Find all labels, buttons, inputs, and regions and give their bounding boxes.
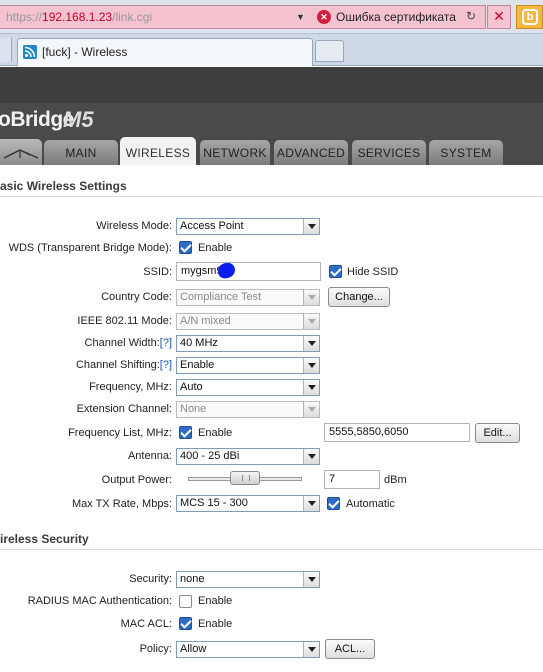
stop-button[interactable]: ✕ (487, 5, 511, 29)
security-select[interactable]: none (176, 571, 320, 588)
output-power-label: Output Power: (101, 474, 172, 486)
extension-channel-label: Extension Channel: (76, 403, 172, 415)
radius-mac-enable-text: Enable (198, 595, 233, 607)
frequency-list-checkbox[interactable] (179, 426, 192, 439)
chevron-down-icon (303, 449, 319, 464)
chevron-down-icon (303, 290, 319, 305)
cert-error-label[interactable]: Ошибка сертификата (336, 10, 456, 24)
tab-strip: [fuck] - Wireless (0, 34, 543, 66)
antenna-label: Antenna: (127, 450, 172, 462)
max-tx-rate-select[interactable]: MCS 15 - 300 (176, 495, 320, 512)
chevron-down-icon (303, 314, 319, 329)
address-bar[interactable]: https://192.168.1.23/link.cgi ▼ ✕ Ошибка… (0, 5, 486, 29)
channel-shifting-label: Channel Shifting:[?] (75, 359, 172, 371)
antenna-select[interactable]: 400 - 25 dBi (176, 448, 320, 465)
security-label: Security: (129, 573, 172, 585)
automatic-checkbox[interactable] (327, 497, 340, 510)
radius-mac-checkbox[interactable] (179, 595, 192, 608)
automatic-text: Automatic (346, 498, 395, 510)
chevron-down-icon (303, 219, 319, 234)
browser-toolbar: https://192.168.1.23/link.cgi ▼ ✕ Ошибка… (0, 0, 543, 34)
refresh-icon[interactable]: ↻ (461, 8, 481, 26)
channel-shifting-help-link[interactable]: [?] (160, 359, 172, 371)
wds-enable-text: Enable (198, 242, 233, 254)
chevron-down-icon (303, 380, 319, 395)
brand-model: M5 (63, 107, 94, 132)
url-host: 192.168.1.23 (42, 10, 113, 24)
ieee-mode-label: IEEE 802.11 Mode: (77, 315, 172, 327)
url-text[interactable]: https://192.168.1.23/link.cgi (6, 10, 152, 24)
hide-ssid-checkbox[interactable] (329, 265, 342, 278)
channel-width-select[interactable]: 40 MHz (176, 335, 320, 352)
wireless-mode-label: Wireless Mode: (96, 220, 172, 232)
radius-mac-label: RADIUS MAC Authentication: (27, 595, 172, 607)
url-dropdown-icon[interactable]: ▼ (296, 12, 305, 22)
wireless-security-title: ireless Security (0, 530, 543, 550)
policy-select[interactable]: Allow (176, 641, 320, 658)
change-country-button[interactable]: Change... (328, 287, 390, 307)
new-tab-button[interactable] (315, 40, 344, 62)
country-code-label: Country Code: (101, 291, 172, 303)
frequency-list-label: Frequency List, MHz: (68, 427, 172, 439)
frequency-list-input[interactable]: 5555,5850,6050 (324, 423, 470, 442)
policy-label: Policy: (139, 643, 172, 655)
toolbar-extension-icon[interactable]: b (516, 5, 543, 29)
country-code-select: Compliance Test (176, 289, 320, 306)
chevron-down-icon (303, 402, 319, 417)
ssid-input[interactable]: mygsm9 (176, 262, 321, 281)
app-header: oBridge M5 MAIN WIRELESS NETWORK ADVANCE… (0, 67, 543, 165)
output-power-unit: dBm (384, 474, 407, 486)
chevron-down-icon (303, 336, 319, 351)
mac-acl-label: MAC ACL: (120, 618, 172, 630)
basic-settings-title: asic Wireless Settings (0, 177, 543, 197)
chevron-down-icon (303, 572, 319, 587)
ssid-label: SSID: (143, 266, 172, 278)
wds-label: WDS (Transparent Bridge Mode): (8, 242, 172, 254)
ieee-mode-select: A/N mixed (176, 313, 320, 330)
rss-feed-icon (23, 45, 37, 59)
tab-system[interactable]: SYSTEM (429, 140, 503, 165)
tab-main[interactable]: MAIN (44, 140, 118, 165)
hide-ssid-text: Hide SSID (347, 266, 399, 278)
chevron-down-icon (303, 496, 319, 511)
output-power-input[interactable]: 7 (324, 470, 380, 489)
frequency-list-enable-text: Enable (198, 427, 233, 439)
mac-acl-checkbox[interactable] (179, 617, 192, 630)
mac-acl-enable-text: Enable (198, 618, 233, 630)
frequency-select[interactable]: Auto (176, 379, 320, 396)
tab-advanced[interactable]: ADVANCED (274, 140, 348, 165)
channel-shifting-select[interactable]: Enable (176, 357, 320, 374)
channel-width-label: Channel Width:[?] (84, 337, 172, 349)
tab-previous[interactable] (0, 38, 12, 62)
chevron-down-icon (303, 642, 319, 657)
extension-channel-select: None (176, 401, 320, 418)
max-tx-rate-label: Max TX Rate, Mbps: (71, 498, 172, 510)
frequency-label: Frequency, MHz: (89, 381, 172, 393)
channel-width-help-link[interactable]: [?] (160, 337, 172, 349)
ubiquiti-antenna-icon (3, 149, 39, 159)
edit-frequency-list-button[interactable]: Edit... (475, 423, 520, 443)
acl-button[interactable]: ACL... (325, 639, 375, 659)
tab-network[interactable]: NETWORK (200, 140, 270, 165)
wds-checkbox[interactable] (179, 241, 192, 254)
cert-error-icon[interactable]: ✕ (317, 10, 331, 24)
tab-wireless[interactable]: [fuck] - Wireless (17, 38, 313, 66)
wireless-mode-select[interactable]: Access Point (176, 218, 320, 235)
tab-services[interactable]: SERVICES (352, 140, 426, 165)
chevron-down-icon (303, 358, 319, 373)
logo-tab[interactable] (0, 139, 42, 165)
tab-title: [fuck] - Wireless (42, 45, 128, 59)
output-power-slider-thumb[interactable] (229, 471, 260, 485)
tab-wireless-active[interactable]: WIRELESS (120, 137, 196, 165)
